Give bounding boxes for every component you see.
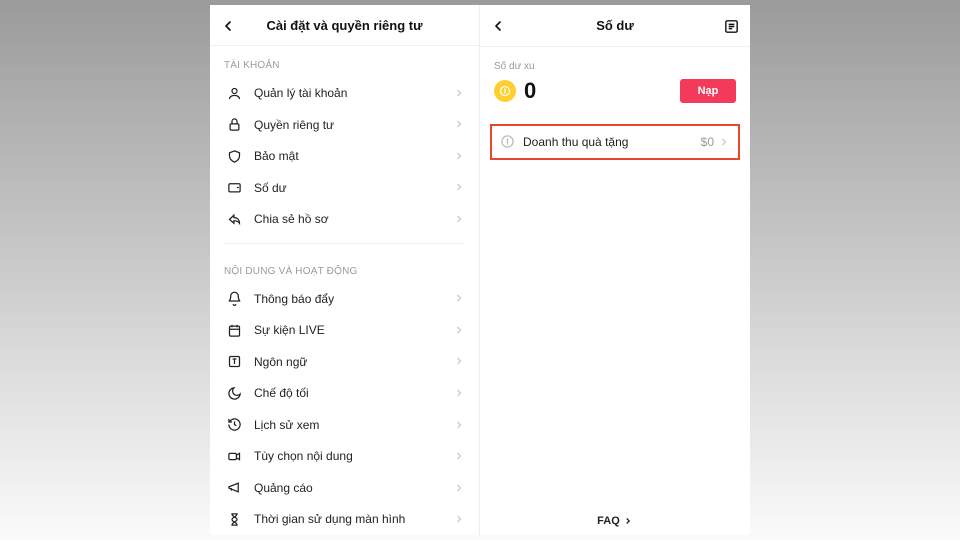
chevron-right-icon	[453, 179, 465, 197]
chevron-right-icon	[453, 321, 465, 339]
hourglass-icon	[224, 512, 244, 527]
back-button[interactable]	[220, 5, 236, 47]
item-manage-account[interactable]: Quản lý tài khoản	[210, 77, 479, 109]
item-label: Quyền riêng tư	[244, 118, 453, 132]
megaphone-icon	[224, 480, 244, 495]
settings-title: Cài đặt và quyền riêng tư	[266, 18, 422, 33]
item-share-profile[interactable]: Chia sẻ hồ sơ	[210, 203, 479, 235]
item-label: Sự kiện LIVE	[244, 323, 453, 337]
item-watch-history[interactable]: Lịch sử xem	[210, 409, 479, 441]
faq-link[interactable]: FAQ	[480, 515, 750, 527]
item-label: Thông báo đẩy	[244, 292, 453, 306]
chevron-right-icon	[623, 516, 633, 526]
chevron-right-icon	[453, 447, 465, 465]
item-live-events[interactable]: Sự kiện LIVE	[210, 314, 479, 346]
gift-revenue-label: Doanh thu quà tặng	[515, 135, 701, 149]
calendar-icon	[224, 323, 244, 338]
coin-balance-label: Số dư xu	[480, 47, 750, 78]
settings-pane: Cài đặt và quyền riêng tư TÀI KHOẢN Quản…	[210, 5, 480, 535]
item-label: Chia sẻ hồ sơ	[244, 212, 453, 226]
list-icon	[723, 18, 740, 35]
balance-pane: Số dư Số dư xu 0 Nạp Doanh thu quà tặng …	[480, 5, 750, 535]
item-language[interactable]: Ngôn ngữ	[210, 346, 479, 378]
back-button[interactable]	[490, 5, 506, 47]
wallet-icon	[224, 180, 244, 195]
chevron-right-icon	[453, 384, 465, 402]
chevron-right-icon	[453, 353, 465, 371]
item-balance[interactable]: Số dư	[210, 172, 479, 204]
history-icon	[224, 417, 244, 432]
gift-revenue-value: $0	[701, 135, 714, 149]
chevron-right-icon	[453, 510, 465, 528]
coin-icon	[494, 80, 516, 102]
lock-icon	[224, 117, 244, 132]
shield-icon	[224, 149, 244, 164]
balance-title: Số dư	[596, 18, 634, 33]
divider	[224, 243, 465, 244]
item-label: Quản lý tài khoản	[244, 86, 453, 100]
section-account: TÀI KHOẢN	[210, 46, 479, 77]
topup-button[interactable]: Nạp	[680, 79, 736, 103]
chevron-left-icon	[220, 18, 236, 34]
item-label: Số dư	[244, 181, 453, 195]
item-ads[interactable]: Quảng cáo	[210, 472, 479, 504]
user-icon	[224, 86, 244, 101]
item-label: Lịch sử xem	[244, 418, 453, 432]
gift-icon	[500, 133, 515, 151]
item-label: Ngôn ngữ	[244, 355, 453, 369]
moon-icon	[224, 386, 244, 401]
item-label: Thời gian sử dụng màn hình	[244, 512, 453, 526]
transactions-button[interactable]	[723, 5, 740, 47]
chevron-right-icon	[453, 147, 465, 165]
chevron-right-icon	[453, 479, 465, 497]
bell-icon	[224, 291, 244, 306]
faq-label: FAQ	[597, 515, 620, 527]
item-label: Bảo mật	[244, 149, 453, 163]
chevron-right-icon	[453, 116, 465, 134]
item-label: Chế độ tối	[244, 386, 453, 400]
item-privacy[interactable]: Quyền riêng tư	[210, 109, 479, 141]
chevron-right-icon	[453, 210, 465, 228]
chevron-right-icon	[453, 290, 465, 308]
item-push-notifications[interactable]: Thông báo đẩy	[210, 283, 479, 315]
chevron-right-icon	[453, 84, 465, 102]
item-security[interactable]: Bảo mật	[210, 140, 479, 172]
item-screen-time[interactable]: Thời gian sử dụng màn hình	[210, 504, 479, 536]
chevron-left-icon	[490, 18, 506, 34]
section-content: NỘI DUNG VÀ HOẠT ĐỘNG	[210, 252, 479, 283]
item-dark-mode[interactable]: Chế độ tối	[210, 377, 479, 409]
coin-balance-row: 0 Nạp	[480, 78, 750, 118]
balance-header: Số dư	[480, 5, 750, 47]
gift-revenue-row[interactable]: Doanh thu quà tặng $0	[490, 124, 740, 160]
chevron-right-icon	[453, 416, 465, 434]
video-icon	[224, 449, 244, 464]
item-content-preferences[interactable]: Tùy chọn nội dung	[210, 441, 479, 473]
coin-balance-value: 0	[524, 78, 680, 104]
item-label: Tùy chọn nội dung	[244, 449, 453, 463]
chevron-right-icon	[718, 133, 730, 151]
item-label: Quảng cáo	[244, 481, 453, 495]
settings-header: Cài đặt và quyền riêng tư	[210, 5, 479, 46]
language-icon	[224, 354, 244, 369]
share-icon	[224, 212, 244, 227]
